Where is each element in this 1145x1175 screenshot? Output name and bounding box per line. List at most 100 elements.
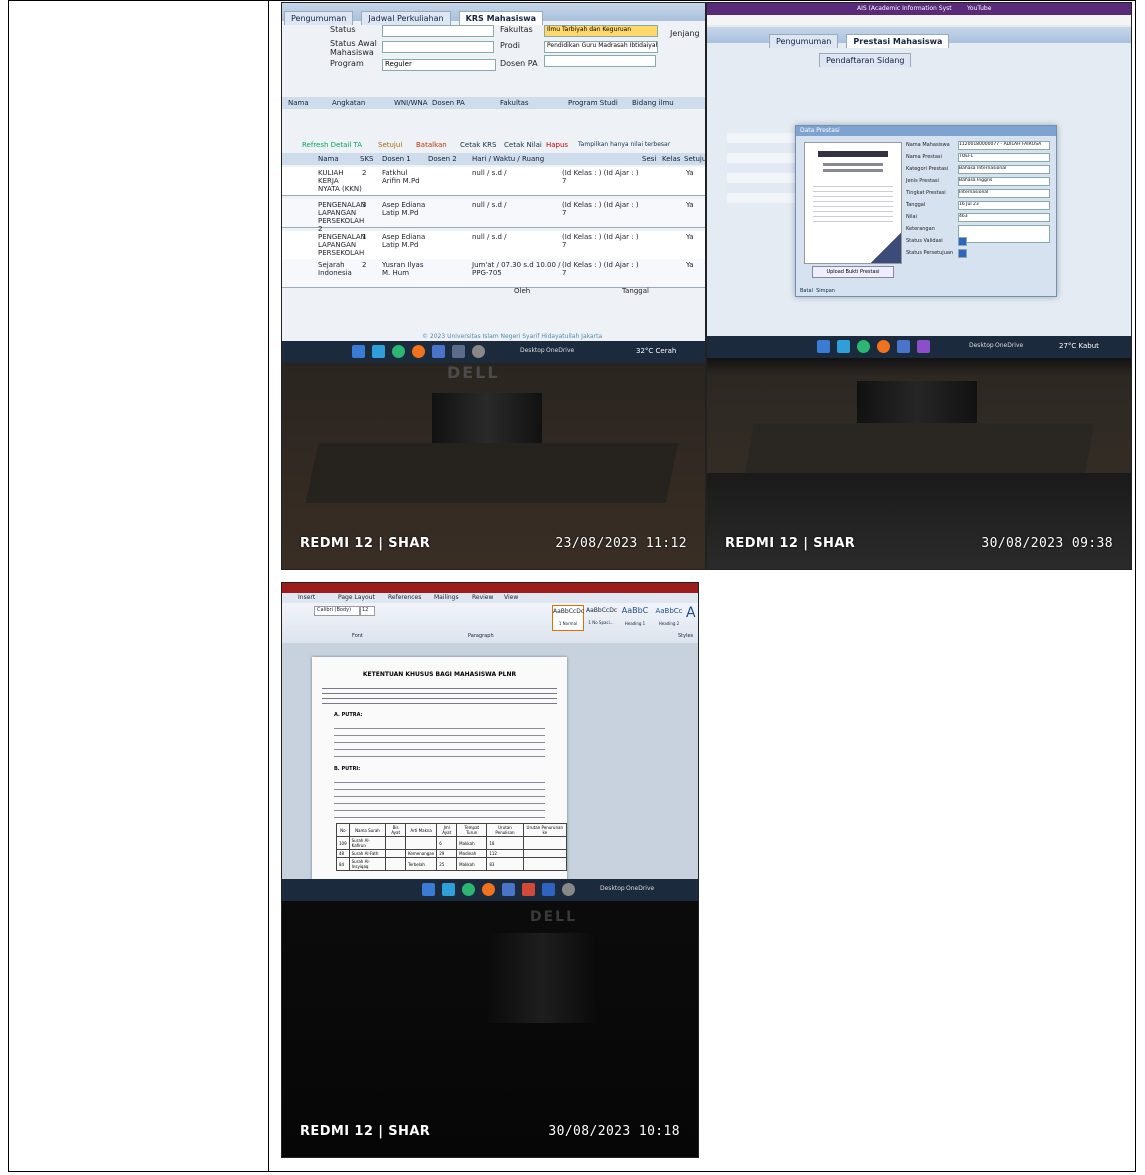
field-input[interactable]: TOEFL (958, 153, 1050, 162)
setujui-button[interactable]: Setujui (378, 141, 402, 149)
word-icon[interactable] (897, 340, 910, 353)
app-icon[interactable] (917, 340, 930, 353)
chrome-icon[interactable] (522, 883, 535, 896)
edge-icon[interactable] (462, 883, 475, 896)
tab-krs-mahasiswa[interactable]: KRS Mahasiswa (458, 11, 544, 25)
table-cell (522, 857, 567, 871)
taskbar-desktop[interactable]: Desktop (600, 885, 625, 892)
tampilkan-checkbox[interactable]: Tampilkan hanya nilai terbesar (578, 141, 670, 148)
store-icon[interactable] (372, 345, 385, 358)
settings-gear-icon[interactable] (472, 345, 485, 358)
refresh-button[interactable]: Refresh Detail TA (302, 141, 362, 149)
course-sks: 3 (362, 201, 367, 209)
cetak-nilai-button[interactable]: Cetak Nilai (504, 141, 542, 149)
active-word-icon[interactable] (542, 883, 555, 896)
table-cell (385, 849, 406, 858)
style-no-spacing[interactable]: AaBbCcDc 1 No Spaci... (586, 605, 617, 629)
batal-button[interactable]: Batal (800, 288, 813, 294)
course-kelas: (Id Kelas : ) (Id Ajar : ) 7 (562, 201, 639, 217)
field-input[interactable]: Bahasa Internasional (958, 165, 1050, 174)
prodi-select[interactable]: Pendidikan Guru Madrasah Ibtidaiyah (544, 41, 658, 53)
file-explorer-icon[interactable] (817, 340, 830, 353)
simpan-button[interactable]: Simpan (816, 288, 835, 294)
edge-icon[interactable] (857, 340, 870, 353)
ribbon-tab-page-layout[interactable]: Page Layout (338, 594, 375, 601)
table-header-cell: Bis Ayat (385, 823, 406, 837)
cetak-krs-button[interactable]: Cetak KRS (460, 141, 496, 149)
table-header-cell: Urutan Penurunan ke (522, 823, 567, 837)
chrome-icon[interactable] (452, 345, 465, 358)
tab-pendaftaran-sidang[interactable]: Pendaftaran Sidang (819, 53, 912, 67)
taskbar-desktop[interactable]: Desktop (969, 342, 994, 349)
address-bar[interactable] (707, 15, 1131, 25)
ribbon-tab-review[interactable]: Review (472, 594, 493, 601)
firefox-icon[interactable] (412, 345, 425, 358)
style-heading-1[interactable]: AaBbC Heading 1 (620, 605, 650, 629)
field-input[interactable]: Internasional (958, 189, 1050, 198)
file-explorer-icon[interactable] (422, 883, 435, 896)
file-explorer-icon[interactable] (352, 345, 365, 358)
style-heading-2[interactable]: AaBbCc Heading 2 (654, 605, 684, 629)
course-sks: 2 (362, 169, 367, 177)
taskbar-desktop[interactable]: Desktop (520, 347, 545, 354)
tab-prestasi-mahasiswa[interactable]: Prestasi Mahasiswa (846, 34, 950, 48)
font-size-select[interactable]: 12 (360, 606, 375, 616)
field-input[interactable]: 11200180000077 - ADILAH FAIROSA (958, 141, 1050, 150)
ribbon-tab-mailings[interactable]: Mailings (434, 594, 459, 601)
table-cell: Surah Al-Kafirun (348, 836, 387, 850)
tab-pengumuman[interactable]: Pengumuman (284, 11, 354, 25)
taskbar-onedrive[interactable]: OneDrive (995, 342, 1023, 349)
course-row[interactable]: PENGENALAN LAPANGAN PERSEKOLAH 2 3 Asep Ed… (282, 199, 705, 233)
document-title: KETENTUAN KHUSUS BAGI MAHASISWA PLNR (362, 671, 517, 678)
status-awal-field[interactable] (382, 41, 494, 53)
keyboard (707, 473, 1131, 569)
field-checkbox[interactable] (958, 237, 967, 246)
field-input[interactable]: Bahasa Inggris (958, 177, 1050, 186)
word-icon[interactable] (502, 883, 515, 896)
tab-jadwal-perkuliahan[interactable]: Jadwal Perkuliahan (361, 11, 451, 25)
status-field[interactable] (382, 25, 494, 37)
course-setuju: Ya (686, 261, 694, 269)
field-input[interactable] (958, 225, 1050, 243)
ribbon-tab-view[interactable]: View (504, 594, 518, 601)
group-label-styles: Styles (678, 633, 694, 639)
ribbon-tab-insert[interactable]: Insert (298, 594, 315, 601)
store-icon[interactable] (837, 340, 850, 353)
field-input[interactable]: 463 (958, 213, 1050, 222)
hapus-button[interactable]: Hapus (546, 141, 568, 149)
style-normal[interactable]: AaBbCcDc 1 Normal (552, 605, 584, 631)
table-cell: 109 (336, 836, 350, 850)
dosen-pa-field[interactable] (544, 55, 656, 67)
font-name-select[interactable]: Calibri (Body) (314, 606, 360, 616)
taskbar-onedrive[interactable]: OneDrive (546, 347, 574, 354)
store-icon[interactable] (442, 883, 455, 896)
word-icon[interactable] (432, 345, 445, 358)
settings-gear-icon[interactable] (562, 883, 575, 896)
tab-pengumuman[interactable]: Pengumuman (769, 34, 839, 48)
style-title[interactable]: A (686, 605, 696, 621)
windows-taskbar: Desktop OneDrive 27°C Kabut (707, 336, 1131, 358)
firefox-icon[interactable] (877, 340, 890, 353)
course-row[interactable]: KULIAH KERJA NYATA (KKN) 2 Fatkhul Arifin … (282, 167, 705, 196)
table-cell: Makkah (456, 836, 488, 850)
browser-tab-ais[interactable]: AIS (Academic Information Syst (857, 5, 952, 12)
table-cell: 48 (336, 849, 350, 858)
course-row[interactable]: Sejarah Indonesia 2 Yusran Ilyas M. Hum Jum… (282, 259, 705, 288)
edge-icon[interactable] (392, 345, 405, 358)
firefox-icon[interactable] (482, 883, 495, 896)
browser-tab-youtube[interactable]: YouTube (967, 5, 991, 12)
ribbon-tab-references[interactable]: References (388, 594, 421, 601)
field-checkbox[interactable] (958, 249, 967, 258)
table-cell (385, 836, 406, 850)
field-input[interactable]: 16 Jul 23 (958, 201, 1050, 210)
table-row: 48 Surah Al-Fath Kemenangan 29 Madinah 112 (336, 849, 567, 858)
course-row[interactable]: PENGENALAN LAPANGAN PERSEKOLAH 1 Asep Edia… (282, 231, 705, 260)
course-name: PENGENALAN LAPANGAN PERSEKOLAH (318, 233, 366, 257)
course-dosen: Asep Ediana Latip M.Pd (382, 233, 426, 249)
upload-bukti-button[interactable]: Upload Bukti Prestasi (812, 266, 894, 278)
fakultas-select[interactable]: Ilmu Tarbiyah dan Keguruan (544, 25, 658, 37)
taskbar-onedrive[interactable]: OneDrive (626, 885, 654, 892)
program-select[interactable]: Reguler (382, 59, 496, 71)
batalkan-button[interactable]: Batalkan (416, 141, 447, 149)
course-name: KULIAH KERJA NYATA (KKN) (318, 169, 362, 193)
